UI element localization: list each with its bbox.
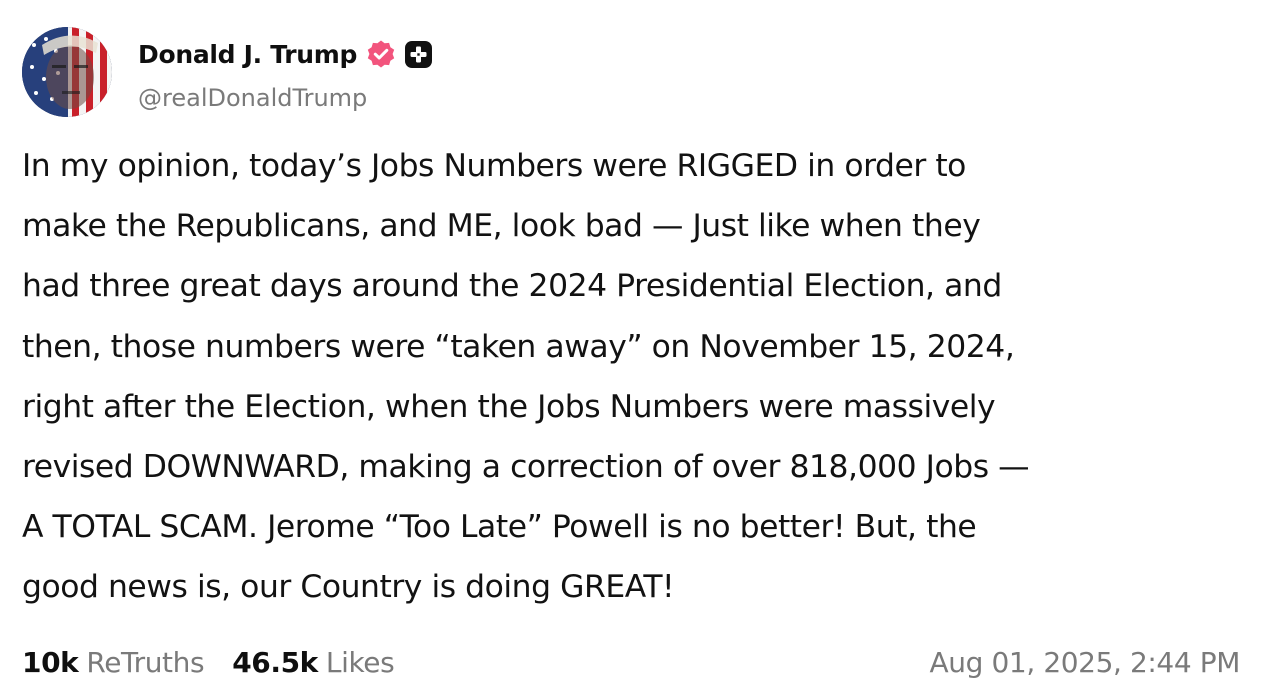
likes-stat[interactable]: 46.5k Likes (232, 645, 395, 679)
truth-post: Donald J. Trump @realDonaldTrump In my o… (0, 0, 1280, 695)
author-identity: Donald J. Trump @realDonaldTrump (138, 32, 433, 112)
post-body-line: A TOTAL SCAM. Jerome “Too Late” Powell i… (22, 509, 977, 546)
display-name[interactable]: Donald J. Trump (138, 40, 357, 69)
likes-label: Likes (325, 645, 395, 679)
retruths-count: 10k (22, 645, 79, 679)
plus-badge-icon (404, 40, 433, 69)
post-body-line: make the Republicans, and ME, look bad —… (22, 208, 981, 245)
post-header: Donald J. Trump @realDonaldTrump (22, 26, 433, 118)
post-body: In my opinion, today’s Jobs Numbers were… (22, 136, 1262, 618)
post-timestamp[interactable]: Aug 01, 2025, 2:44 PM (930, 646, 1241, 679)
avatar-image (22, 27, 112, 117)
verified-badge-icon (366, 39, 396, 69)
retruths-label: ReTruths (86, 645, 205, 679)
name-row: Donald J. Trump (138, 32, 433, 76)
post-body-line: In my opinion, today’s Jobs Numbers were… (22, 148, 966, 184)
post-footer: 10k ReTruths 46.5k Likes Aug 01, 2025, 2… (22, 640, 1240, 684)
post-body-line: then, those numbers were “taken away” on… (22, 328, 1015, 365)
post-body-line: good news is, our Country is doing GREAT… (22, 569, 675, 606)
handle[interactable]: @realDonaldTrump (138, 84, 433, 112)
post-stats: 10k ReTruths 46.5k Likes (22, 646, 422, 679)
avatar[interactable] (22, 27, 112, 117)
post-body-line: revised DOWNWARD, making a correction of… (22, 449, 1030, 486)
post-body-line: had three great days around the 2024 Pre… (22, 268, 1002, 305)
likes-count: 46.5k (232, 645, 318, 679)
post-body-line: right after the Election, when the Jobs … (22, 388, 996, 425)
retruths-stat[interactable]: 10k ReTruths (22, 645, 205, 679)
